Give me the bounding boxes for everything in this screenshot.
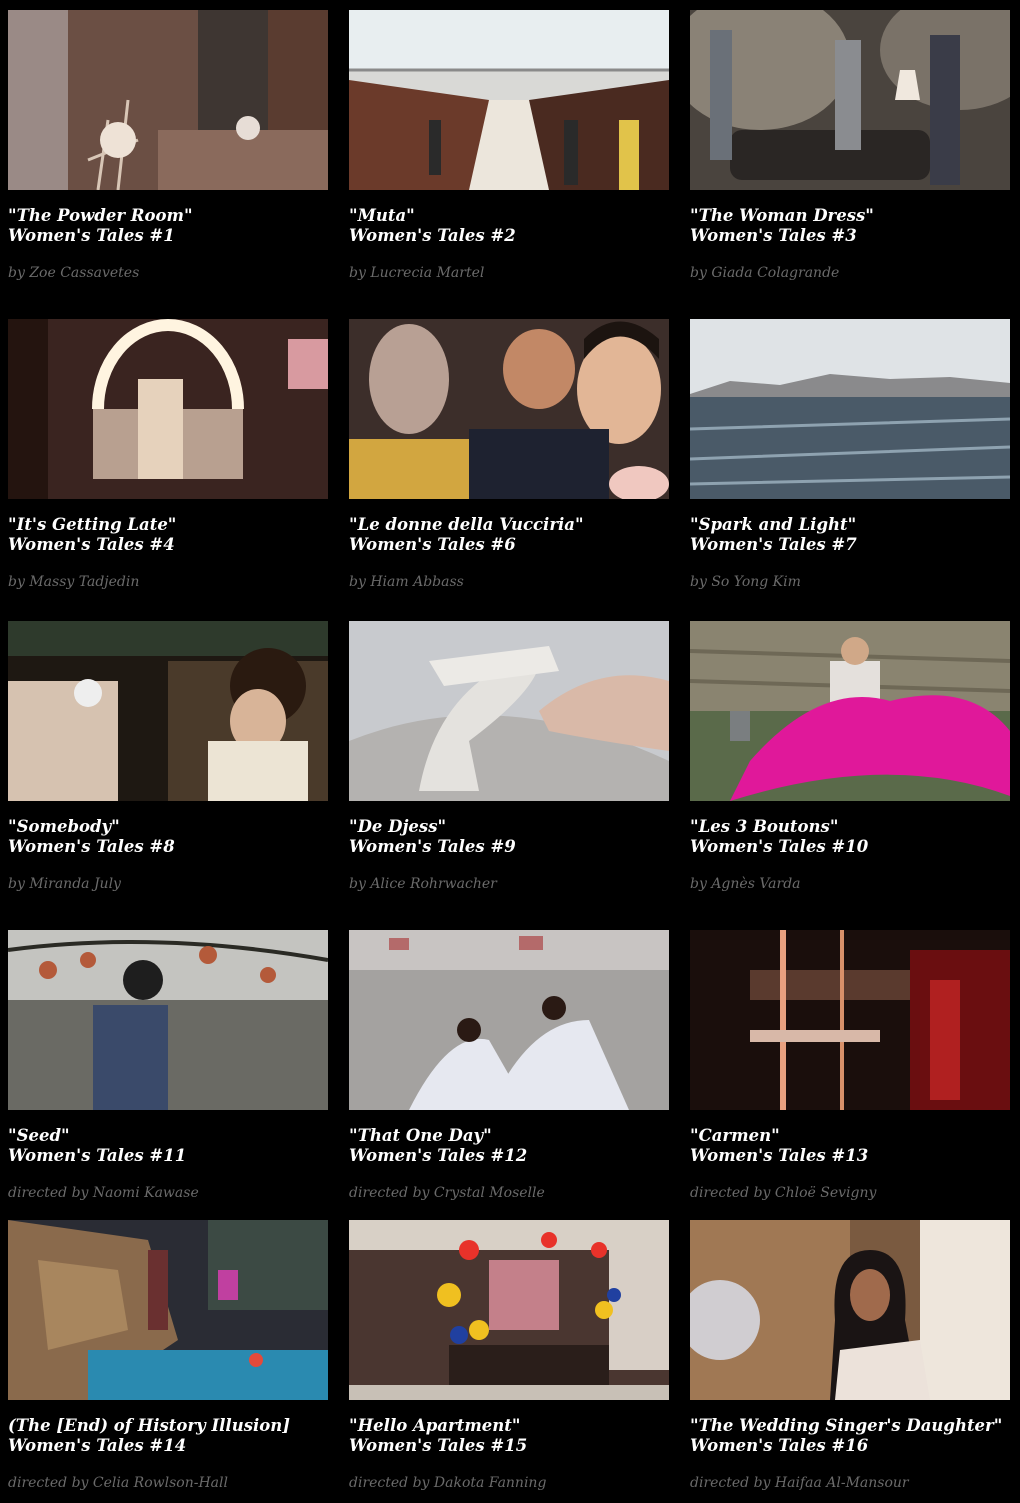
director-credit: by Zoe Cassavetes <box>8 265 140 281</box>
series-label: Women's Tales #7 <box>690 534 857 554</box>
director-credit: by So Yong Kim <box>690 574 801 590</box>
film-title-link[interactable]: "Somebody" Women's Tales #8 <box>8 817 338 856</box>
director-credit: directed by Naomi Kawase <box>8 1185 199 1201</box>
film-title: "It's Getting Late" <box>8 515 177 534</box>
series-label: Women's Tales #6 <box>349 534 516 554</box>
series-label: Women's Tales #14 <box>8 1435 187 1455</box>
director-credit: by Giada Colagrande <box>690 265 840 281</box>
film-title-link[interactable]: "That One Day" Women's Tales #12 <box>349 1126 679 1165</box>
film-thumbnail[interactable] <box>8 1220 328 1400</box>
film-title-link[interactable]: "Carmen" Women's Tales #13 <box>690 1126 1020 1165</box>
series-label: Women's Tales #12 <box>349 1145 528 1165</box>
director-credit: by Alice Rohrwacher <box>349 876 497 892</box>
film-thumbnail[interactable] <box>349 621 669 801</box>
film-title: "The Woman Dress" <box>690 206 874 225</box>
film-title-link[interactable]: "Hello Apartment" Women's Tales #15 <box>349 1416 679 1455</box>
film-thumbnail[interactable] <box>349 930 669 1110</box>
film-thumbnail[interactable] <box>8 319 328 499</box>
film-title-link[interactable]: "Spark and Light" Women's Tales #7 <box>690 515 1020 554</box>
film-thumbnail[interactable] <box>349 319 669 499</box>
film-title-link[interactable]: "The Powder Room" Women's Tales #1 <box>8 206 338 245</box>
series-label: Women's Tales #10 <box>690 836 869 856</box>
series-label: Women's Tales #13 <box>690 1145 869 1165</box>
film-title-link[interactable]: "De Djess" Women's Tales #9 <box>349 817 679 856</box>
director-credit: by Hiam Abbass <box>349 574 464 590</box>
series-label: Women's Tales #1 <box>8 225 175 245</box>
film-thumbnail[interactable] <box>8 930 328 1110</box>
film-title: "Seed" <box>8 1126 70 1145</box>
director-credit: directed by Haifaa Al-Mansour <box>690 1475 909 1491</box>
film-title-link[interactable]: (The [End) of History Illusion] Women's … <box>8 1416 338 1455</box>
series-label: Women's Tales #4 <box>8 534 175 554</box>
film-title: "Les 3 Boutons" <box>690 817 839 836</box>
film-title: "Le donne della Vucciria" <box>349 515 584 534</box>
film-thumbnail[interactable] <box>690 1220 1010 1400</box>
series-label: Women's Tales #8 <box>8 836 175 856</box>
film-title: "Carmen" <box>690 1126 780 1145</box>
film-title: "The Wedding Singer's Daughter" <box>690 1416 1003 1435</box>
series-label: Women's Tales #2 <box>349 225 516 245</box>
film-title: "The Powder Room" <box>8 206 193 225</box>
film-title: "Spark and Light" <box>690 515 857 534</box>
film-title: "Somebody" <box>8 817 120 836</box>
film-title-link[interactable]: "It's Getting Late" Women's Tales #4 <box>8 515 338 554</box>
film-title-link[interactable]: "The Woman Dress" Women's Tales #3 <box>690 206 1020 245</box>
film-thumbnail[interactable] <box>349 1220 669 1400</box>
series-label: Women's Tales #15 <box>349 1435 528 1455</box>
film-title-link[interactable]: "Le donne della Vucciria" Women's Tales … <box>349 515 679 554</box>
director-credit: by Agnès Varda <box>690 876 801 892</box>
film-thumbnail[interactable] <box>8 10 328 190</box>
film-title: "Muta" <box>349 206 415 225</box>
film-title: "De Djess" <box>349 817 447 836</box>
film-title-link[interactable]: "Seed" Women's Tales #11 <box>8 1126 338 1165</box>
series-label: Women's Tales #16 <box>690 1435 869 1455</box>
film-thumbnail[interactable] <box>690 621 1010 801</box>
director-credit: by Miranda July <box>8 876 121 892</box>
director-credit: directed by Celia Rowlson-Hall <box>8 1475 228 1491</box>
director-credit: by Lucrecia Martel <box>349 265 485 281</box>
film-thumbnail[interactable] <box>349 10 669 190</box>
film-title: "That One Day" <box>349 1126 492 1145</box>
film-title-link[interactable]: "Les 3 Boutons" Women's Tales #10 <box>690 817 1020 856</box>
film-thumbnail[interactable] <box>690 10 1010 190</box>
director-credit: by Massy Tadjedin <box>8 574 140 590</box>
film-title: "Hello Apartment" <box>349 1416 521 1435</box>
series-label: Women's Tales #3 <box>690 225 857 245</box>
series-label: Women's Tales #11 <box>8 1145 187 1165</box>
film-title: (The [End) of History Illusion] <box>8 1416 291 1435</box>
film-title-link[interactable]: "Muta" Women's Tales #2 <box>349 206 679 245</box>
series-label: Women's Tales #9 <box>349 836 516 856</box>
film-thumbnail[interactable] <box>690 319 1010 499</box>
film-thumbnail[interactable] <box>690 930 1010 1110</box>
film-title-link[interactable]: "The Wedding Singer's Daughter" Women's … <box>690 1416 1020 1455</box>
film-thumbnail[interactable] <box>8 621 328 801</box>
director-credit: directed by Crystal Moselle <box>349 1185 545 1201</box>
director-credit: directed by Chloë Sevigny <box>690 1185 877 1201</box>
director-credit: directed by Dakota Fanning <box>349 1475 547 1491</box>
